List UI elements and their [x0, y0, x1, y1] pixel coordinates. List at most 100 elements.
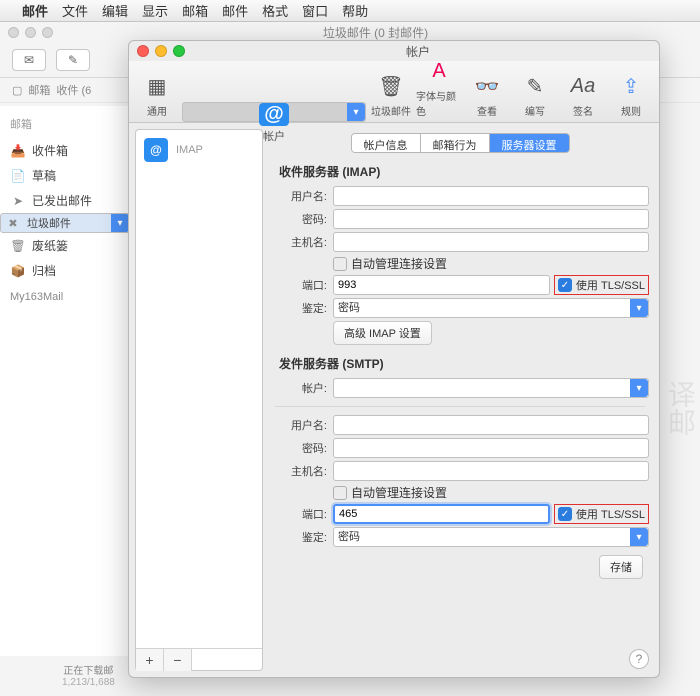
rules-icon: ⇪ — [616, 71, 646, 101]
close-icon[interactable] — [137, 45, 149, 57]
sidebar-item-inbox[interactable]: 📥收件箱 — [0, 138, 130, 163]
tab-junk[interactable]: 🗑垃圾邮件 — [368, 67, 414, 122]
main-titlebar: 垃圾邮件 (0 封邮件) — [0, 22, 700, 42]
menubar: 邮件 文件 编辑 显示 邮箱 邮件 格式 窗口 帮助 — [0, 0, 700, 22]
seg-mailbox-behaviors[interactable]: 邮箱行为 — [421, 134, 490, 152]
menu-file[interactable]: 文件 — [62, 1, 88, 20]
in-port-label: 端口: — [271, 277, 327, 293]
incoming-title: 收件服务器 (IMAP) — [279, 163, 649, 180]
junk-tab-icon: 🗑 — [376, 71, 406, 101]
in-pass-label: 密码: — [271, 211, 327, 227]
sidebar-item-junk[interactable]: ✖垃圾邮件 — [0, 213, 130, 233]
out-acct-select[interactable] — [333, 378, 649, 398]
pref-toolbar: ▦通用 @帐户 🗑垃圾邮件 A字体与颜色 👓查看 ✎编写 Aa签名 ⇪规则 — [129, 61, 659, 123]
tab-accounts[interactable]: @帐户 — [182, 102, 366, 122]
out-port-label: 端口: — [271, 506, 327, 522]
zoom-icon[interactable] — [173, 45, 185, 57]
in-auto-label: 自动管理连接设置 — [351, 255, 447, 272]
tab-rules[interactable]: ⇪ 规则 — [608, 67, 654, 122]
partial-text: 译邮 — [660, 380, 700, 436]
out-host-input[interactable] — [333, 461, 649, 481]
out-auth-label: 鉴定: — [271, 529, 327, 545]
in-port-input[interactable] — [333, 275, 550, 295]
compose-button[interactable]: ✎ — [56, 49, 90, 71]
seg-account-info[interactable]: 帐户信息 — [352, 134, 421, 152]
menu-edit[interactable]: 编辑 — [102, 1, 128, 20]
general-icon: ▦ — [142, 71, 172, 101]
menu-app[interactable]: 邮件 — [22, 1, 48, 20]
tab-signatures[interactable]: Aa签名 — [560, 67, 606, 122]
save-button[interactable]: 存储 — [599, 555, 643, 579]
help-button[interactable]: ? — [629, 649, 649, 669]
fonts-icon: A — [424, 56, 454, 86]
outgoing-title: 发件服务器 (SMTP) — [279, 355, 649, 372]
menu-view[interactable]: 显示 — [142, 1, 168, 20]
sidebar-label: 草稿 — [32, 167, 56, 184]
seg-server-settings[interactable]: 服务器设置 — [490, 134, 569, 152]
tab-label: 通用 — [147, 103, 167, 118]
out-port-input[interactable] — [333, 504, 550, 524]
viewing-icon: 👓 — [472, 71, 502, 101]
menu-window[interactable]: 窗口 — [302, 1, 328, 20]
in-tls-checkbox[interactable] — [558, 278, 572, 292]
out-tls-checkbox[interactable] — [558, 507, 572, 521]
in-auth-select[interactable]: 密码 — [333, 298, 649, 318]
segment-control: 帐户信息 邮箱行为 服务器设置 — [271, 133, 649, 153]
remove-account-button[interactable]: − — [164, 649, 192, 671]
sidebar-item-trash[interactable]: 🗑废纸篓 — [0, 233, 130, 258]
tab-label: 规则 — [621, 103, 641, 118]
preferences-window: 帐户 ▦通用 @帐户 🗑垃圾邮件 A字体与颜色 👓查看 ✎编写 Aa签名 ⇪规则… — [128, 40, 660, 678]
sidebar-label: 归档 — [32, 262, 56, 279]
menu-message[interactable]: 邮件 — [222, 1, 248, 20]
menu-format[interactable]: 格式 — [262, 1, 288, 20]
sidebar-header: 邮箱 — [0, 114, 130, 138]
out-user-label: 用户名: — [271, 417, 327, 433]
account-list: @ IMAP + − — [135, 129, 263, 671]
tab-general[interactable]: ▦ 通用 — [134, 67, 180, 122]
compose-icon: ✎ — [520, 71, 550, 101]
out-auto-label: 自动管理连接设置 — [351, 484, 447, 501]
at-badge-icon: @ — [144, 138, 168, 162]
tab-composing[interactable]: ✎编写 — [512, 67, 558, 122]
out-host-label: 主机名: — [271, 463, 327, 479]
in-pass-input[interactable] — [333, 209, 649, 229]
tab-label: 查看 — [477, 103, 497, 118]
sidebar-label: 废纸篓 — [32, 237, 68, 254]
main-title: 垃圾邮件 (0 封邮件) — [59, 24, 692, 41]
inbox-icon: 📥 — [10, 144, 26, 158]
drafts-icon: 📄 — [10, 169, 26, 183]
out-pass-input[interactable] — [333, 438, 649, 458]
minimize-icon[interactable] — [155, 45, 167, 57]
get-mail-button[interactable]: ✉ — [12, 49, 46, 71]
account-item-imap[interactable]: @ IMAP — [136, 130, 262, 170]
crumb-icon: ▢ — [12, 84, 22, 97]
menu-mailbox[interactable]: 邮箱 — [182, 1, 208, 20]
sent-icon: ➤ — [10, 194, 26, 208]
out-auth-select[interactable]: 密码 — [333, 527, 649, 547]
menu-help[interactable]: 帮助 — [342, 1, 368, 20]
sidebar-label: 已发出邮件 — [32, 192, 92, 209]
tab-viewing[interactable]: 👓 查看 — [464, 67, 510, 122]
out-auto-checkbox[interactable] — [333, 486, 347, 500]
tab-label: 字体与颜色 — [416, 88, 462, 118]
out-acct-label: 帐户: — [271, 380, 327, 396]
status-line1: 正在下载邮 — [62, 662, 115, 677]
traffic-lights-inactive[interactable] — [8, 27, 53, 38]
in-tls-label: 使用 TLS/SSL — [576, 277, 645, 293]
add-account-button[interactable]: + — [136, 649, 164, 671]
in-tls-highlight: 使用 TLS/SSL — [554, 275, 649, 295]
in-host-input[interactable] — [333, 232, 649, 252]
in-user-label: 用户名: — [271, 188, 327, 204]
status-line2: 1,213/1,688 — [62, 677, 115, 688]
sidebar-item-drafts[interactable]: 📄 草稿 — [0, 163, 130, 188]
sidebar-account[interactable]: My163Mail — [0, 283, 130, 305]
in-auto-checkbox[interactable] — [333, 257, 347, 271]
sidebar-item-sent[interactable]: ➤ 已发出邮件 — [0, 188, 130, 213]
in-user-input[interactable] — [333, 186, 649, 206]
out-user-input[interactable] — [333, 415, 649, 435]
sidebar-item-archive[interactable]: 📦归档 — [0, 258, 130, 283]
crumb-inbox[interactable]: 邮箱 — [28, 82, 50, 98]
tab-fonts[interactable]: A字体与颜色 — [416, 52, 462, 122]
crumb-recv[interactable]: 收件 (6 — [56, 82, 91, 98]
advanced-imap-button[interactable]: 高级 IMAP 设置 — [333, 321, 432, 345]
